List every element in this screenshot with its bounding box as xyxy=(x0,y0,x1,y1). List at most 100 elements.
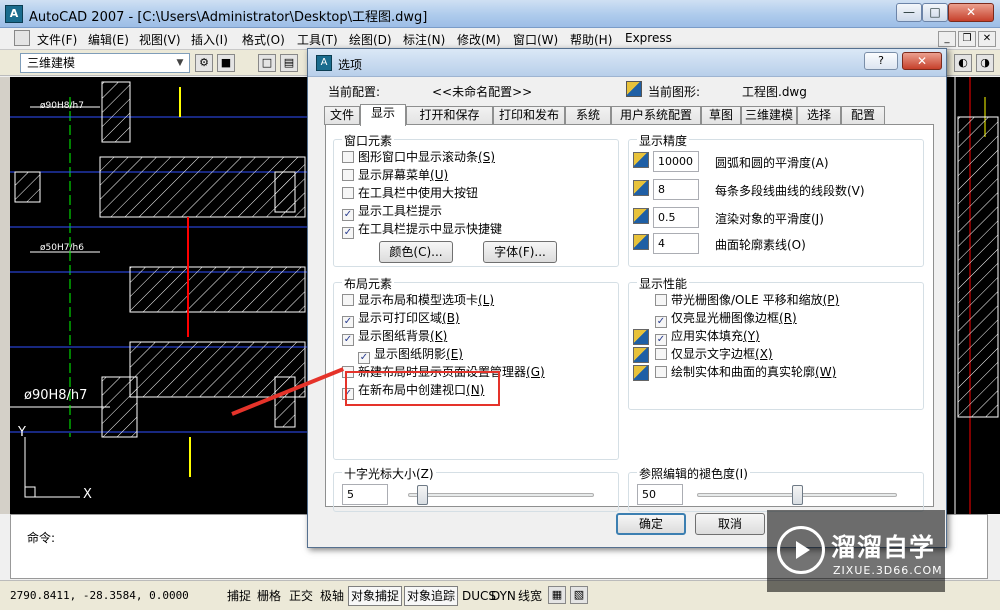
tab-profiles[interactable]: 配置 xyxy=(841,106,885,125)
layout-icon[interactable]: ▧ xyxy=(570,586,588,604)
menu-format[interactable]: 格式(O) xyxy=(242,31,285,48)
paper-background-checkbox[interactable]: ✓ 显示图纸背景(K) xyxy=(342,329,448,346)
menu-file[interactable]: 文件(F) xyxy=(37,31,77,48)
polar-toggle[interactable]: 极轴 xyxy=(317,586,347,606)
grid-toggle[interactable]: 栅格 xyxy=(254,586,284,606)
checkbox-shortcut: (K) xyxy=(430,329,448,343)
layout-tabs-checkbox[interactable]: 显示布局和模型选项卡(L) xyxy=(342,293,494,309)
tab-files[interactable]: 文件 xyxy=(324,106,360,125)
workspace-select[interactable]: 三维建模 ▼ xyxy=(20,53,190,73)
lineweight-toggle[interactable]: 线宽 xyxy=(515,586,545,606)
solid-fill-checkbox[interactable]: ✓ 应用实体填充(Y) xyxy=(655,329,760,346)
tooltips-checkbox[interactable]: ✓ 显示工具栏提示 xyxy=(342,204,442,221)
autocad-app-icon[interactable]: A xyxy=(5,5,23,23)
raster-ole-checkbox[interactable]: 带光栅图像/OLE 平移和缩放(P) xyxy=(655,293,839,309)
checkbox-box[interactable] xyxy=(655,366,667,378)
tab-display[interactable]: 显示 xyxy=(360,104,406,126)
chevron-down-icon[interactable]: ▼ xyxy=(173,56,187,70)
crosshair-slider-track[interactable] xyxy=(408,493,594,497)
tab-open-save[interactable]: 打开和保存 xyxy=(406,106,493,125)
otrack-toggle[interactable]: 对象追踪 xyxy=(404,586,459,606)
model-space-icon[interactable]: ▦ xyxy=(548,586,566,604)
menu-dimension[interactable]: 标注(N) xyxy=(403,31,445,48)
checkbox-box[interactable] xyxy=(342,151,354,163)
xref-fade-title: 参照编辑的褪色度(I) xyxy=(637,465,750,482)
crosshair-size-field[interactable]: 5 xyxy=(342,484,388,505)
mdi-restore-button[interactable]: ❐ xyxy=(958,31,976,47)
check-icon[interactable]: ✓ xyxy=(655,334,667,346)
checkbox-label: 仅显示文字边框 xyxy=(671,347,756,361)
ortho-toggle[interactable]: 正交 xyxy=(286,586,316,606)
shortcut-keys-tooltip-checkbox[interactable]: ✓ 在工具栏提示中显示快捷键 xyxy=(342,222,502,239)
ok-button[interactable]: 确定 xyxy=(616,513,686,535)
menu-window[interactable]: 窗口(W) xyxy=(513,31,558,48)
true-silhouettes-checkbox[interactable]: 绘制实体和曲面的真实轮廓(W) xyxy=(655,365,836,381)
dimension-label-top: ø90H8/h7 xyxy=(40,101,84,111)
menu-express[interactable]: Express xyxy=(625,31,672,45)
menu-view[interactable]: 视图(V) xyxy=(139,31,181,48)
checkbox-shortcut: (S) xyxy=(478,150,495,164)
tab-user-preferences[interactable]: 用户系统配置 xyxy=(611,106,701,125)
tab-plot-publish[interactable]: 打印和发布 xyxy=(493,106,565,125)
xref-fade-field[interactable]: 50 xyxy=(637,484,683,505)
scrollbars-checkbox[interactable]: 图形窗口中显示滚动条(S) xyxy=(342,150,495,166)
check-icon[interactable]: ✓ xyxy=(342,316,354,328)
polyline-segments-field[interactable]: 8 xyxy=(653,179,699,200)
check-icon[interactable]: ✓ xyxy=(342,334,354,346)
mdi-close-button[interactable]: ✕ xyxy=(978,31,996,47)
menu-draw[interactable]: 绘图(D) xyxy=(349,31,392,48)
workspace-settings-icon[interactable]: ⚙ xyxy=(195,54,213,72)
fonts-button[interactable]: 字体(F)... xyxy=(483,241,557,263)
text-frame-checkbox[interactable]: 仅显示文字边框(X) xyxy=(655,347,773,363)
check-icon[interactable]: ✓ xyxy=(342,227,354,239)
checkbox-box[interactable] xyxy=(655,348,667,360)
colors-button[interactable]: 颜色(C)... xyxy=(379,241,453,263)
cancel-button[interactable]: 取消 xyxy=(695,513,765,535)
check-icon[interactable]: ✓ xyxy=(358,352,370,364)
screen-menu-checkbox[interactable]: 显示屏幕菜单(U) xyxy=(342,168,448,184)
raster-frame-checkbox[interactable]: ✓ 仅亮显光栅图像边框(R) xyxy=(655,311,797,328)
window-elements-title: 窗口元素 xyxy=(342,132,395,149)
osnap-toggle[interactable]: 对象捕捉 xyxy=(348,586,403,606)
save-workspace-icon[interactable]: ■ xyxy=(217,54,235,72)
paper-shadow-checkbox[interactable]: ✓ 显示图纸阴影(E) xyxy=(358,347,463,364)
checkbox-shortcut: (R) xyxy=(779,311,797,325)
minimize-button[interactable]: — xyxy=(896,3,922,22)
maximize-button[interactable]: □ xyxy=(922,3,948,22)
snap-toggle[interactable]: 捕捉 xyxy=(224,586,254,606)
layer-properties-icon[interactable]: ◐ xyxy=(954,54,972,72)
check-icon[interactable]: ✓ xyxy=(655,316,667,328)
check-icon[interactable]: ✓ xyxy=(342,209,354,221)
menu-help[interactable]: 帮助(H) xyxy=(570,31,612,48)
checkbox-box[interactable] xyxy=(342,187,354,199)
dialog-close-button[interactable]: ✕ xyxy=(902,52,942,70)
printable-area-checkbox[interactable]: ✓ 显示可打印区域(B) xyxy=(342,311,460,328)
xref-fade-slider-thumb[interactable] xyxy=(791,485,803,505)
close-button[interactable]: ✕ xyxy=(948,3,994,22)
tab-system[interactable]: 系统 xyxy=(565,106,611,125)
tab-drafting[interactable]: 草图 xyxy=(701,106,741,125)
checkbox-box[interactable] xyxy=(342,294,354,306)
mdi-minimize-button[interactable]: _ xyxy=(938,31,956,47)
dialog-help-button[interactable]: ? xyxy=(864,52,898,70)
crosshair-slider-thumb[interactable] xyxy=(416,485,428,505)
checkbox-shortcut: (G) xyxy=(526,365,545,379)
checkbox-box[interactable] xyxy=(655,294,667,306)
menu-edit[interactable]: 编辑(E) xyxy=(88,31,129,48)
workspace-value: 三维建模 xyxy=(27,56,76,70)
render-smoothness-field[interactable]: 0.5 xyxy=(653,207,699,228)
tab-selection[interactable]: 选择 xyxy=(797,106,841,125)
new-drawing-icon[interactable]: □ xyxy=(258,54,276,72)
arc-smoothness-field[interactable]: 10000 xyxy=(653,151,699,172)
menu-tools[interactable]: 工具(T) xyxy=(297,31,338,48)
checkbox-box[interactable] xyxy=(342,169,354,181)
document-icon[interactable] xyxy=(14,30,30,46)
tab-3d-modeling[interactable]: 三维建模 xyxy=(741,106,797,125)
open-drawing-icon[interactable]: ▤ xyxy=(280,54,298,72)
contour-lines-field[interactable]: 4 xyxy=(653,233,699,254)
menu-insert[interactable]: 插入(I) xyxy=(191,31,228,48)
window-title: AutoCAD 2007 - [C:\Users\Administrator\D… xyxy=(29,10,428,25)
layer-state-icon[interactable]: ◑ xyxy=(976,54,994,72)
menu-modify[interactable]: 修改(M) xyxy=(457,31,501,48)
large-buttons-checkbox[interactable]: 在工具栏中使用大按钮 xyxy=(342,186,478,202)
